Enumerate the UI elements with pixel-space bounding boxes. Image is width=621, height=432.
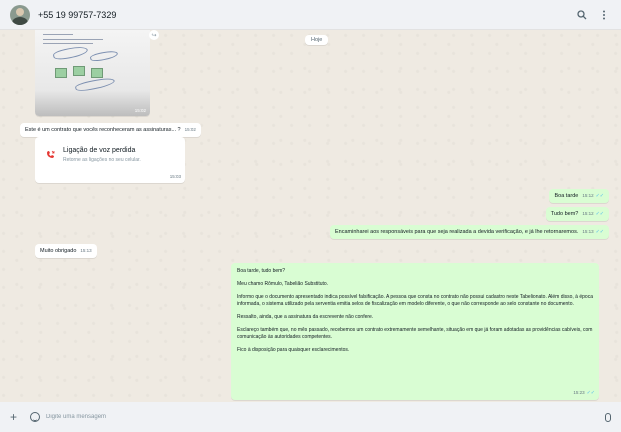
message-time: 15:12 [582,193,594,198]
more-vertical-icon[interactable] [597,8,611,22]
message-time: 15:13 [80,248,92,253]
message-text: Tudo bem? [550,211,579,217]
missed-call-subtitle: Retorne as ligações no seu celular. [63,157,141,163]
date-chip: Hoje [305,35,329,45]
outgoing-message: Boa tarde 15:12 ✓✓ [549,189,609,203]
message-input[interactable] [46,408,599,426]
avatar[interactable] [10,4,30,25]
message-paragraph: Ressalto, ainda, que a assinatura da esc… [237,314,374,320]
message-paragraph: Boa tarde, tudo bem? [237,268,286,274]
message-time: 15:03 [169,174,181,179]
image-message[interactable]: 15:02 [35,30,150,116]
chat-area[interactable]: Hoje 15:02 ↪ Este é um contrato que você… [0,30,621,402]
long-outgoing-message: Boa tarde, tudo bem? Meu chamo Rômulo, T… [231,263,599,400]
message-paragraph: Esclareço também que, no mês passado, re… [237,327,593,340]
double-check-icon: ✓✓ [595,193,604,199]
message-time: 15:12 [582,211,594,216]
message-paragraph: Meu chamo Rômulo, Tabelião Substituto. [237,281,329,287]
forward-icon[interactable]: ↪ [149,30,159,40]
outgoing-message: Tudo bem? 15:12 ✓✓ [545,207,609,221]
message-text: Muito obrigado [40,248,77,254]
missed-call-title: Ligação de voz perdida [63,147,136,154]
mic-icon[interactable] [605,412,611,422]
message-text: Boa tarde [554,193,579,199]
double-check-icon: ✓✓ [586,390,595,396]
composer-bar: + [0,402,621,432]
plus-icon[interactable]: + [10,410,24,424]
message-text: Encaminharei aos responsáveis para que s… [334,229,579,235]
chat-header: +55 19 99757-7329 [0,0,621,30]
document-photo[interactable]: 15:02 [35,30,150,116]
caption-message: Este é um contrato que vocês reconhecera… [20,123,201,137]
message-paragraph: Fico à disposição para quaisquer esclare… [237,347,350,353]
incoming-message: Muito obrigado 15:13 [35,244,97,258]
message-time: 15:23 [573,390,585,395]
message-time: 15:13 [582,229,594,234]
missed-call-message[interactable]: Ligação de voz perdida Retorne as ligaçõ… [35,137,185,183]
contact-name[interactable]: +55 19 99757-7329 [38,10,567,20]
sticker-icon[interactable] [30,412,40,422]
message-time: 15:02 [184,127,196,132]
missed-call-icon [45,149,55,159]
double-check-icon: ✓✓ [595,211,604,217]
image-time: 15:02 [134,108,146,113]
message-text: Este é um contrato que vocês reconhecera… [25,127,181,133]
double-check-icon: ✓✓ [595,229,604,235]
search-icon[interactable] [575,8,589,22]
message-paragraph: Informo que o documento apresentado indi… [237,294,593,307]
outgoing-message: Encaminharei aos responsáveis para que s… [329,225,609,239]
